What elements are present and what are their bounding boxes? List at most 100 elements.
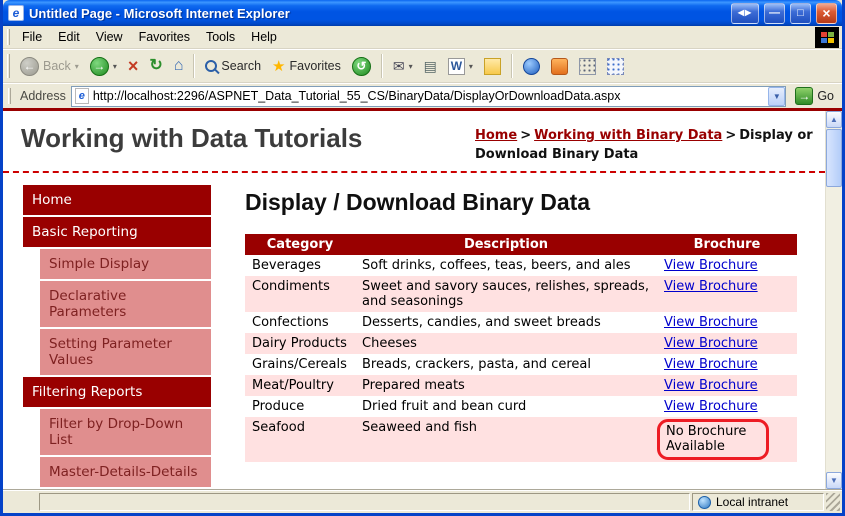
url-text[interactable]: http://localhost:2296/ASPNET_Data_Tutori…	[93, 89, 764, 103]
sidebar-nav: Home Basic Reporting Simple Display Decl…	[23, 185, 211, 489]
maximize-button[interactable]: □	[790, 3, 811, 24]
menu-tools[interactable]: Tools	[198, 27, 243, 47]
main-content: Display / Download Binary Data Category …	[245, 185, 825, 462]
window-nav-button[interactable]: ◀▶	[731, 3, 759, 24]
search-icon	[205, 60, 217, 72]
description-cell: Prepared meats	[355, 375, 657, 396]
description-cell: Cheeses	[355, 333, 657, 354]
back-button[interactable]: ← Back ▾	[15, 54, 84, 79]
sidebar-item-home[interactable]: Home	[23, 185, 211, 215]
menu-grip[interactable]	[7, 29, 10, 45]
standard-toolbar: ← Back ▾ → ▾ × ↻ ⌂ Search ★ Favorites ↺	[3, 49, 842, 83]
go-button[interactable]: → Go	[791, 87, 838, 105]
scrollbar-track[interactable]	[826, 187, 842, 472]
menu-help[interactable]: Help	[243, 27, 285, 47]
view-brochure-link[interactable]: View Brochure	[664, 378, 758, 393]
category-cell: Confections	[245, 312, 355, 333]
category-cell: Condiments	[245, 276, 355, 312]
table-row: Condiments Sweet and savory sauces, reli…	[245, 276, 797, 312]
breadcrumb-separator: >	[520, 128, 531, 143]
print-icon: ▤	[424, 59, 437, 73]
address-label: Address	[20, 89, 66, 103]
no-brochure-annotation: No Brochure Available	[657, 419, 769, 460]
home-button[interactable]: ⌂	[169, 55, 189, 77]
sidebar-item-filtering-reports[interactable]: Filtering Reports	[23, 377, 211, 407]
vertical-scrollbar[interactable]: ▲ ▼	[825, 111, 842, 489]
view-brochure-link[interactable]: View Brochure	[664, 399, 758, 414]
web-globe-button[interactable]	[518, 55, 545, 78]
research-button[interactable]	[574, 55, 601, 78]
category-cell: Dairy Products	[245, 333, 355, 354]
category-cell: Meat/Poultry	[245, 375, 355, 396]
category-cell: Seafood	[245, 417, 355, 462]
menu-file[interactable]: File	[14, 27, 50, 47]
minimize-button[interactable]: —	[764, 3, 785, 24]
content-row: Home Basic Reporting Simple Display Decl…	[3, 173, 825, 489]
mail-button[interactable]: ✉ ▾	[388, 56, 418, 76]
favorites-star-icon: ★	[272, 59, 285, 74]
title-bar[interactable]: e Untitled Page - Microsoft Internet Exp…	[3, 0, 842, 26]
toolbar-grip[interactable]	[7, 54, 10, 78]
view-brochure-link[interactable]: View Brochure	[664, 258, 758, 273]
scroll-up-button[interactable]: ▲	[826, 111, 842, 128]
description-cell: Sweet and savory sauces, relishes, sprea…	[355, 276, 657, 312]
column-header-category: Category	[245, 234, 355, 255]
forward-dropdown-icon[interactable]: ▾	[113, 62, 117, 71]
page-title: Display / Download Binary Data	[245, 189, 815, 216]
status-main-panel	[39, 493, 690, 511]
sidebar-item-setting-parameter-values[interactable]: Setting Parameter Values	[40, 329, 211, 375]
word-dropdown-icon[interactable]: ▾	[469, 62, 473, 71]
categories-table: Category Description Brochure Beverages …	[245, 234, 797, 462]
view-brochure-link[interactable]: View Brochure	[664, 279, 758, 294]
address-input[interactable]: e http://localhost:2296/ASPNET_Data_Tuto…	[71, 86, 786, 107]
stop-button[interactable]: ×	[123, 54, 144, 78]
sidebar-item-simple-display[interactable]: Simple Display	[40, 249, 211, 279]
messenger-button[interactable]	[546, 55, 573, 78]
view-brochure-link[interactable]: View Brochure	[664, 336, 758, 351]
menu-edit[interactable]: Edit	[50, 27, 88, 47]
view-brochure-link[interactable]: View Brochure	[664, 315, 758, 330]
search-label: Search	[221, 59, 261, 73]
forward-button[interactable]: → ▾	[85, 54, 122, 79]
edit-with-word-button[interactable]: W ▾	[443, 55, 478, 78]
favorites-label: Favorites	[289, 59, 340, 73]
sidebar-item-filter-by-dropdown-list[interactable]: Filter by Drop-Down List	[40, 409, 211, 455]
view-brochure-link[interactable]: View Brochure	[664, 357, 758, 372]
print-button[interactable]: ▤	[419, 56, 442, 76]
toolbar-options-button[interactable]	[602, 55, 629, 78]
calculator-icon	[579, 58, 596, 75]
sidebar-item-master-details-details[interactable]: Master-Details-Details	[40, 457, 211, 487]
description-cell: Seaweed and fish	[355, 417, 657, 462]
favorites-button[interactable]: ★ Favorites	[267, 56, 346, 77]
address-dropdown-button[interactable]: ▼	[768, 87, 785, 106]
scrollbar-thumb[interactable]	[826, 129, 842, 187]
security-zone-panel: Local intranet	[692, 493, 824, 511]
history-button[interactable]: ↺	[347, 54, 376, 79]
page-favicon: e	[75, 88, 89, 104]
site-header: Working with Data Tutorials Home>Working…	[3, 111, 825, 173]
table-row: Dairy Products Cheeses View Brochure	[245, 333, 797, 354]
category-cell: Produce	[245, 396, 355, 417]
messenger-icon	[551, 58, 568, 75]
sidebar-item-declarative-parameters[interactable]: Declarative Parameters	[40, 281, 211, 327]
breadcrumb-link-home[interactable]: Home	[475, 128, 517, 143]
scroll-down-button[interactable]: ▼	[826, 472, 842, 489]
mail-dropdown-icon[interactable]: ▾	[409, 62, 413, 71]
status-bar: Local intranet	[3, 489, 842, 513]
addressbar-grip[interactable]	[8, 88, 11, 104]
sidebar-item-basic-reporting[interactable]: Basic Reporting	[23, 217, 211, 247]
table-header-row: Category Description Brochure	[245, 234, 797, 255]
go-arrow-icon: →	[795, 87, 813, 105]
close-button[interactable]: ×	[816, 3, 837, 24]
refresh-button[interactable]: ↻	[144, 55, 167, 77]
back-dropdown-icon[interactable]: ▾	[75, 62, 79, 71]
discuss-button[interactable]	[479, 55, 506, 78]
mail-icon: ✉	[393, 59, 405, 73]
menu-favorites[interactable]: Favorites	[131, 27, 198, 47]
window-resize-grip[interactable]	[826, 493, 840, 511]
description-cell: Dried fruit and bean curd	[355, 396, 657, 417]
breadcrumb-link-binary-data[interactable]: Working with Binary Data	[534, 128, 722, 143]
intranet-globe-icon	[698, 496, 711, 509]
search-button[interactable]: Search	[200, 56, 266, 76]
menu-view[interactable]: View	[88, 27, 131, 47]
